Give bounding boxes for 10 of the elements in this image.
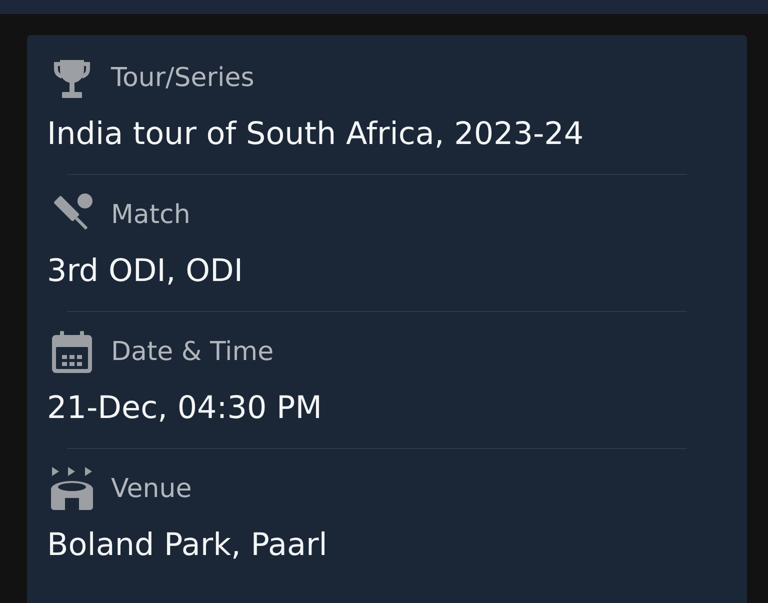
detail-value: Boland Park, Paarl <box>47 526 328 565</box>
calendar-icon <box>50 330 94 374</box>
detail-value: 21-Dec, 04:30 PM <box>47 389 322 428</box>
stadium-icon <box>50 467 94 511</box>
detail-label: Date & Time <box>111 336 274 368</box>
detail-value: India tour of South Africa, 2023-24 <box>47 115 584 154</box>
detail-value: 3rd ODI, ODI <box>47 252 243 291</box>
detail-label: Tour/Series <box>111 62 254 94</box>
detail-label: Match <box>111 199 190 231</box>
detail-label: Venue <box>111 473 192 505</box>
